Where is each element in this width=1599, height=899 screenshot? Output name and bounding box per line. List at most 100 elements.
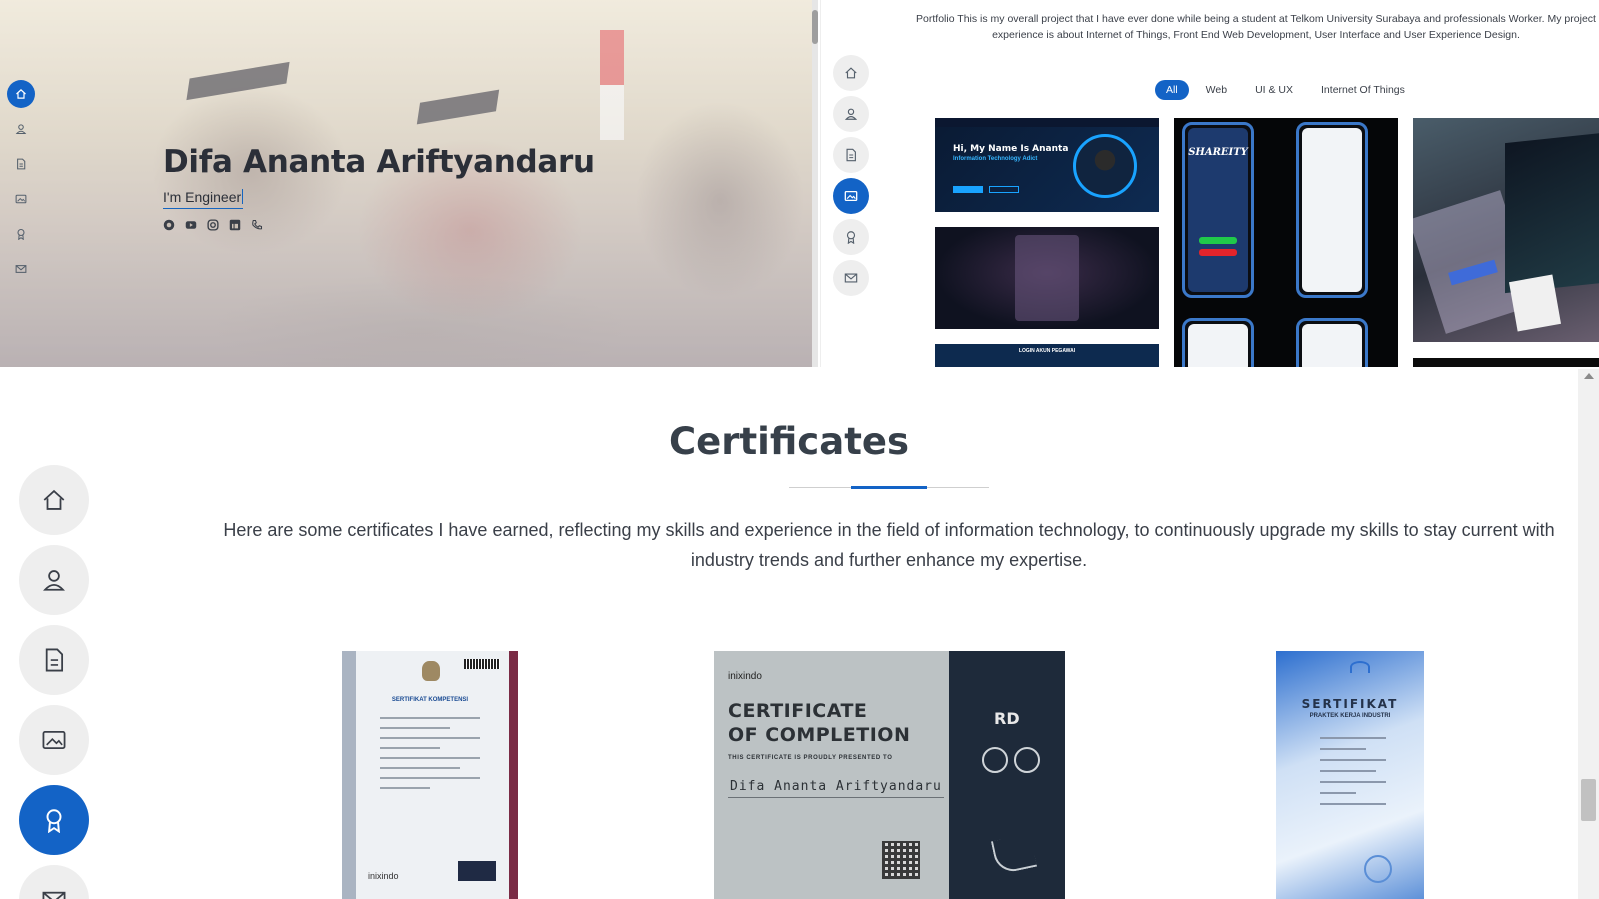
nav-portfolio-button[interactable] <box>833 178 869 214</box>
portfolio-item-iot-project[interactable] <box>1413 118 1599 342</box>
nav-certificate-button[interactable] <box>19 785 89 855</box>
nav-contact-button[interactable] <box>19 865 89 899</box>
nav-about-button[interactable] <box>833 96 869 132</box>
nav-home-button[interactable] <box>7 80 35 108</box>
seal-icon <box>982 747 1008 773</box>
filter-ui-ux[interactable]: UI & UX <box>1244 80 1304 100</box>
garuda-emblem <box>422 661 440 681</box>
certificate-icon <box>846 231 856 244</box>
user-icon <box>15 124 27 135</box>
nav-resume-button[interactable] <box>833 137 869 173</box>
phone-icon[interactable] <box>251 219 263 231</box>
typing-caret <box>242 189 244 204</box>
portfolio-item-login-page[interactable]: LOGIN AKUN PEGAWAI <box>935 344 1159 367</box>
nav-home-button[interactable] <box>833 55 869 91</box>
portfolio-section: Portfolio This is my overall project tha… <box>820 0 1599 367</box>
side-nav-medium <box>833 55 869 296</box>
nav-about-button[interactable] <box>7 115 35 143</box>
certificate-card-completion[interactable]: inixindo CERTIFICATE OF COMPLETION THIS C… <box>714 651 1065 899</box>
portfolio-item-shareity-app[interactable]: SHAREITY <box>1174 118 1398 367</box>
mail-icon <box>42 891 66 899</box>
phone-mockup <box>1296 318 1368 367</box>
certificates-section: Certificates Here are some certificates … <box>0 369 1599 899</box>
scroll-up-icon[interactable] <box>1584 373 1594 379</box>
side-nav-large <box>19 465 89 899</box>
portfolio-icon <box>844 190 858 202</box>
portfolio-icon <box>42 730 66 750</box>
nav-about-button[interactable] <box>19 545 89 615</box>
game-card <box>1015 235 1079 321</box>
user-icon <box>844 108 858 120</box>
hero-name: Difa Ananta Ariftyandaru <box>163 144 595 180</box>
website-button <box>953 186 983 193</box>
section-title: Certificates <box>669 420 909 463</box>
website-heading: Hi, My Name Is Ananta <box>953 144 1069 154</box>
side-nav-small <box>7 80 35 283</box>
nav-certificate-button[interactable] <box>7 220 35 248</box>
qr-code <box>882 841 920 879</box>
resume-icon <box>45 648 64 672</box>
nav-portfolio-button[interactable] <box>19 705 89 775</box>
phone-mockup: SHAREITY <box>1182 122 1254 298</box>
instagram-icon[interactable] <box>207 219 219 231</box>
page-scrollbar[interactable] <box>1578 369 1599 899</box>
nav-home-button[interactable] <box>19 465 89 535</box>
certificate-body-text <box>1320 737 1386 814</box>
portfolio-icon <box>15 194 27 204</box>
filter-all[interactable]: All <box>1155 80 1189 100</box>
portfolio-item-game-ui[interactable] <box>935 227 1159 329</box>
home-icon <box>43 489 65 510</box>
shareity-logo: SHAREITY <box>1188 147 1248 158</box>
hero-photo-overlay <box>0 0 818 367</box>
rfid-card <box>1508 274 1562 332</box>
github-icon[interactable] <box>163 219 175 231</box>
certificate-icon <box>46 809 62 833</box>
nav-resume-button[interactable] <box>19 625 89 695</box>
mail-icon <box>844 273 858 283</box>
nav-contact-button[interactable] <box>7 255 35 283</box>
laptop-screen <box>1505 132 1599 294</box>
website-subheading: Information Technology Adict <box>953 156 1038 162</box>
phone-mockup <box>1296 122 1368 298</box>
nav-resume-button[interactable] <box>7 150 35 178</box>
user-icon <box>43 570 65 591</box>
certificate-body-text <box>380 717 480 797</box>
seal-icon <box>1014 747 1040 773</box>
nav-contact-button[interactable] <box>833 260 869 296</box>
nav-certificate-button[interactable] <box>833 219 869 255</box>
certificate-card-internship[interactable]: SERTIFIKAT PRAKTEK KERJA INDUSTRI <box>1276 651 1424 899</box>
social-links <box>163 219 263 231</box>
hero-underline <box>163 208 243 209</box>
mail-icon <box>15 265 27 273</box>
nav-portfolio-button[interactable] <box>7 185 35 213</box>
hero-scrollbar[interactable] <box>812 0 818 367</box>
hero-section: Difa Ananta Ariftyandaru I'm Engineer <box>0 0 818 367</box>
home-icon <box>16 89 26 99</box>
portfolio-item-partial[interactable] <box>1413 358 1599 367</box>
stamp-icon <box>1364 855 1392 883</box>
screenshot-collage: Difa Ananta Ariftyandaru I'm Engineer Po… <box>0 0 1599 899</box>
youtube-icon[interactable] <box>185 219 197 231</box>
home-icon <box>845 67 857 79</box>
linkedin-icon[interactable] <box>229 219 241 231</box>
certificate-heading: CERTIFICATE OF COMPLETION <box>728 700 911 746</box>
website-navbar <box>935 118 1159 127</box>
hero-scrollbar-thumb[interactable] <box>812 10 818 44</box>
partner-logo: RD <box>994 709 1020 728</box>
filter-iot[interactable]: Internet Of Things <box>1310 80 1416 100</box>
website-profile-photo <box>1073 134 1137 198</box>
login-caption: LOGIN AKUN PEGAWAI <box>1018 348 1076 354</box>
certificate-card-competency[interactable]: SERTIFIKAT KOMPETENSI inixindo <box>342 651 518 899</box>
portfolio-item-personal-website[interactable]: Hi, My Name Is Ananta Information Techno… <box>935 118 1159 212</box>
hero-typed-text: I'm Engineer <box>163 189 244 205</box>
filter-web[interactable]: Web <box>1195 80 1238 100</box>
portfolio-filters: All Web UI & UX Internet Of Things <box>1155 80 1416 100</box>
barcode <box>464 659 500 669</box>
certificate-subheading: PRAKTEK KERJA INDUSTRI <box>1309 713 1391 719</box>
issuer-logo: inixindo <box>728 671 762 682</box>
issuer-logo <box>1350 661 1370 673</box>
portfolio-intro: Portfolio This is my overall project tha… <box>916 13 1596 41</box>
page-scrollbar-thumb[interactable] <box>1581 779 1596 821</box>
signature <box>990 833 1038 875</box>
issuer-logo: inixindo <box>368 871 399 881</box>
